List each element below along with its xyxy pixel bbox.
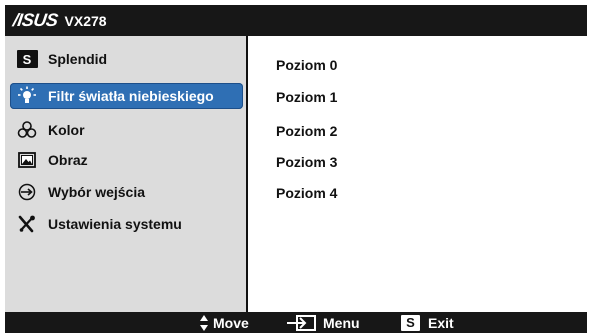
brand-logo: /ISUS [11, 10, 59, 30]
sidebar-item-label: Wybór wejścia [48, 184, 146, 200]
sidebar-item-splendid[interactable]: S Splendid [10, 46, 243, 72]
input-select-icon [16, 182, 38, 202]
menu-hint[interactable]: Menu [285, 312, 360, 333]
up-down-arrows-icon [199, 314, 209, 332]
option-level-3[interactable]: Poziom 3 [276, 154, 337, 170]
option-level-4[interactable]: Poziom 4 [276, 185, 337, 201]
options-panel: Poziom 0 Poziom 1 Poziom 2 Poziom 3 Pozi… [248, 36, 587, 312]
model-name: VX278 [64, 12, 107, 29]
image-icon [16, 150, 38, 170]
sidebar-item-label: Filtr światła niebieskiego [48, 88, 214, 104]
exit-hint[interactable]: S Exit [401, 312, 454, 333]
footer-bar: Move Menu S Exit [5, 312, 587, 333]
sidebar-item-input-select[interactable]: Wybór wejścia [10, 179, 243, 205]
system-setup-icon [16, 214, 38, 234]
move-hint[interactable]: Move [199, 312, 249, 333]
option-level-2[interactable]: Poziom 2 [276, 123, 337, 139]
blue-light-filter-icon [16, 86, 38, 106]
sidebar-item-label: Kolor [48, 122, 85, 138]
sidebar-item-label: Obraz [48, 152, 88, 168]
move-label: Move [213, 314, 249, 331]
sidebar: S Splendid Filtr światła niebieskiego Ko… [5, 36, 248, 312]
splendid-s-icon: S [16, 49, 38, 69]
title-bar: /ISUS VX278 [5, 5, 587, 36]
exit-key-icon: S [401, 314, 420, 331]
osd-window: /ISUS VX278 S Splendid Filtr światła nie… [5, 5, 587, 333]
enter-icon [285, 314, 317, 332]
sidebar-item-label: Ustawienia systemu [48, 216, 182, 232]
color-icon [16, 120, 38, 140]
exit-label: Exit [428, 314, 454, 331]
sidebar-item-color[interactable]: Kolor [10, 117, 243, 143]
option-level-1[interactable]: Poziom 1 [276, 89, 337, 105]
menu-label: Menu [323, 314, 360, 331]
sidebar-item-system-setup[interactable]: Ustawienia systemu [10, 211, 243, 237]
sidebar-item-label: Splendid [48, 51, 108, 67]
option-level-0[interactable]: Poziom 0 [276, 57, 337, 73]
sidebar-item-image[interactable]: Obraz [10, 147, 243, 173]
sidebar-item-blue-light-filter[interactable]: Filtr światła niebieskiego [10, 83, 243, 109]
